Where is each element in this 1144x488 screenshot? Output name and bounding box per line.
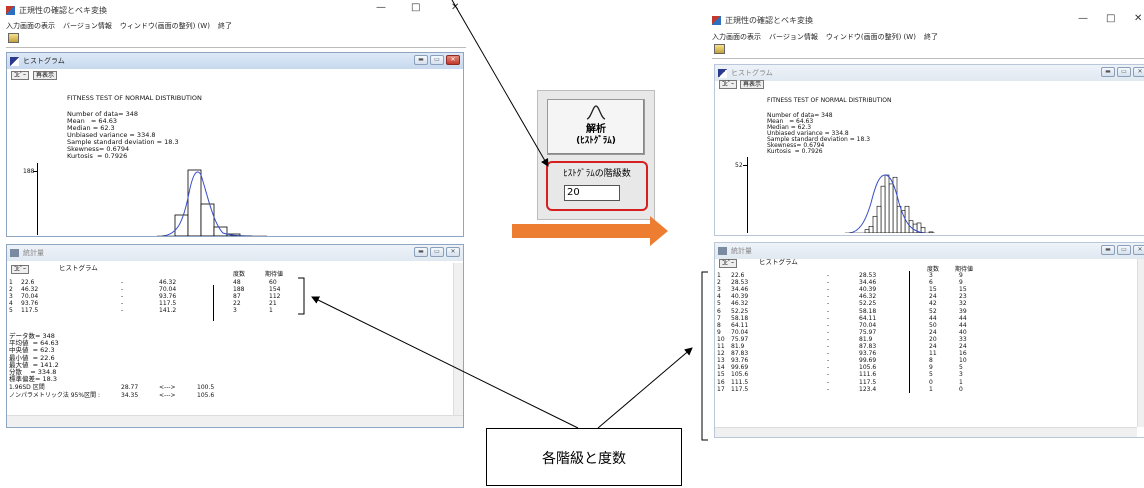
callout-text: 各階級と度数 (542, 451, 626, 467)
annotation-arrows (311, 0, 693, 429)
callout-box: 各階級と度数 (486, 428, 682, 486)
arrow-to-right-table (597, 347, 693, 429)
arrow-to-bins (451, 0, 549, 167)
arrow-to-left-table (311, 296, 579, 429)
